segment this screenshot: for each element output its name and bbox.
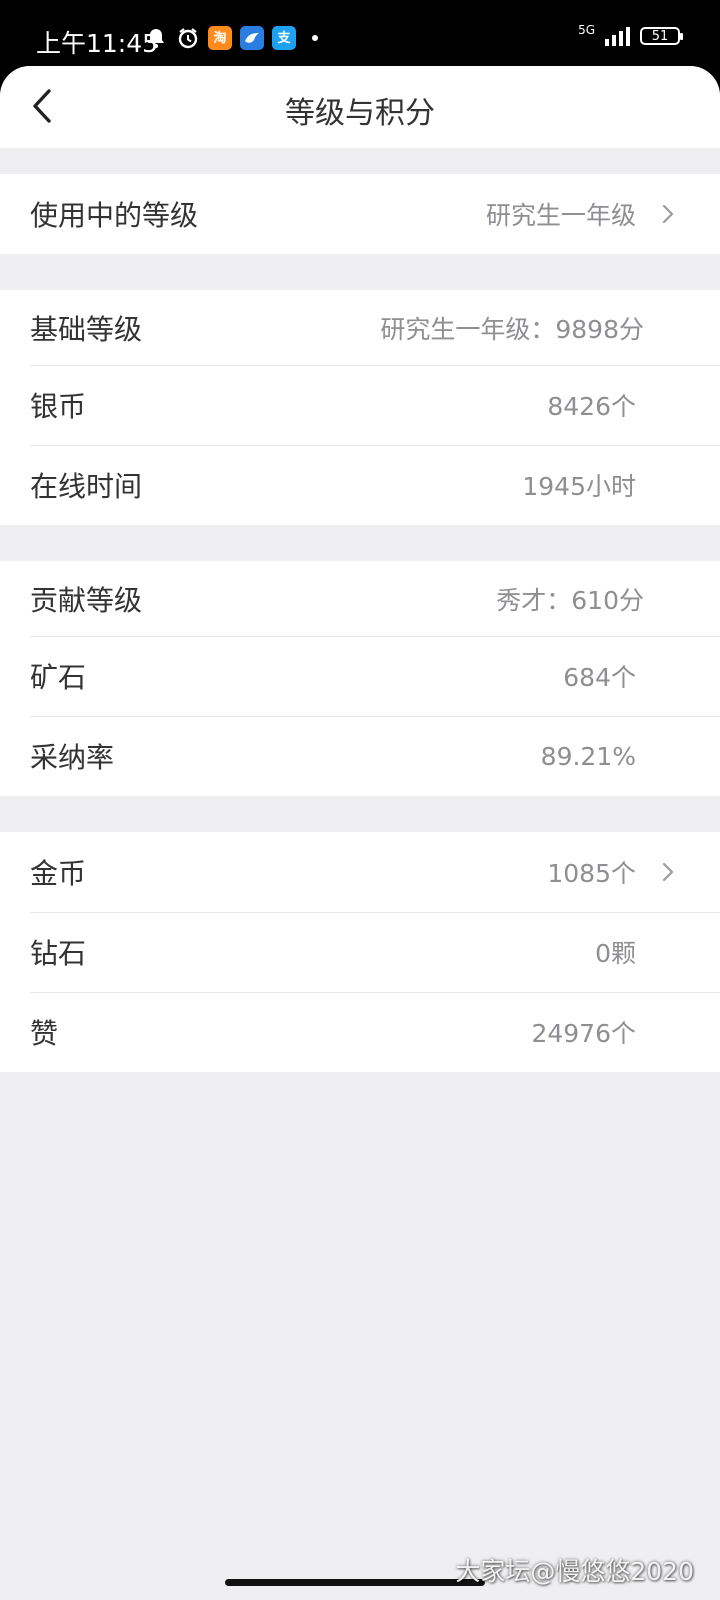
group-contribution-level: 贡献等级 秀才：610分 矿石 684个 采纳率 89.21% [0,561,720,796]
signal-icon [605,26,630,46]
battery-level: 51 [651,28,669,44]
list-item-likes: 赞 24976个 [0,992,720,1072]
network-type: 5G [578,23,595,37]
alipay-icon: 支 [272,26,296,50]
row-value: 1085个 [547,859,636,888]
row-value: 研究生一年级：9898分 [380,314,644,344]
app-content: 等级与积分 使用中的等级 研究生一年级 基础等级 研究生一年级：9898分 银币… [0,66,720,1600]
home-indicator[interactable] [225,1579,485,1586]
group-gold-coins: 金币 1085个 钻石 0颗 赞 24976个 [0,832,720,1072]
bell-icon [144,26,168,50]
row-value: 1945小时 [522,472,636,501]
notification-icons: 淘 支 [144,26,318,50]
row-value: 24976个 [531,1019,636,1048]
app-icon [240,26,264,50]
row-label: 赞 [30,1017,59,1050]
group-basic-level: 基础等级 研究生一年级：9898分 银币 8426个 在线时间 1945小时 [0,290,720,525]
row-label: 矿石 [30,661,87,694]
list-item-basic-level: 基础等级 研究生一年级：9898分 [0,290,720,365]
row-label: 钻石 [30,937,87,970]
row-label: 采纳率 [30,741,115,774]
list-item-adoption-rate: 采纳率 89.21% [0,716,720,796]
row-value: 0颗 [595,939,636,968]
page-title: 等级与积分 [285,96,435,131]
row-value: 684个 [563,663,636,692]
row-label: 在线时间 [30,470,143,503]
taobao-icon: 淘 [208,26,232,50]
row-label: 基础等级 [30,312,143,346]
row-value: 研究生一年级 [485,201,636,230]
row-value: 89.21% [540,741,636,771]
battery-icon: 51 [640,27,683,45]
group-current-level: 使用中的等级 研究生一年级 [0,174,720,254]
row-label: 银币 [30,390,87,423]
status-right: 5G 51 [578,23,683,46]
row-value: 秀才：610分 [496,585,644,615]
list-item-ore: 矿石 684个 [0,636,720,716]
status-time: 上午11:45 [36,29,159,58]
row-label: 金币 [30,857,87,890]
phone-screen: 上午11:45 淘 支 5G 51 等级与积分 使用中的等级 研究生一年级 基础… [0,0,720,1600]
list-item-silver-coins: 银币 8426个 [0,365,720,445]
list-item-current-level[interactable]: 使用中的等级 研究生一年级 [0,174,720,254]
list-item-online-time: 在线时间 1945小时 [0,445,720,525]
nav-bar: 等级与积分 [0,66,720,148]
chevron-right-icon [662,204,674,224]
row-label: 使用中的等级 [30,199,199,232]
row-label: 贡献等级 [30,583,143,617]
list-item-gold-coins[interactable]: 金币 1085个 [0,832,720,912]
list-item-contribution-level: 贡献等级 秀才：610分 [0,561,720,636]
watermark: 大家坛@慢悠悠2020 [455,1557,694,1586]
row-value: 8426个 [547,392,636,421]
more-notifications-dot [312,35,318,41]
chevron-right-icon [662,862,674,882]
list-item-diamonds: 钻石 0颗 [0,912,720,992]
alarm-icon [176,26,200,50]
